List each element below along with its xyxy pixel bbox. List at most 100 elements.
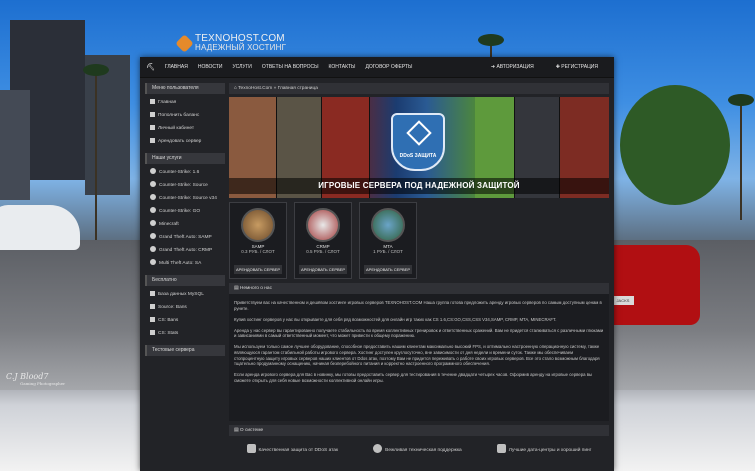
sidebar-item-csgo[interactable]: Counter-Strike: GO [145,205,225,218]
nav-services[interactable]: УСЛУГИ [232,64,251,70]
sidebar-item-cs16[interactable]: Counter-Strike: 1.6 [145,166,225,179]
sidebar-item-sourcebans[interactable]: Source: Bans [145,301,225,314]
sidebar-header-label: Наши услуги [152,155,182,161]
logo-icon [175,33,194,53]
watermark-caption: Gaming Photographer [20,381,66,386]
sidebar-item-home[interactable]: Главная [145,96,225,109]
database-icon [150,291,155,296]
sidebar-item-crmp[interactable]: Grand Theft Auto: CRMP [145,244,225,257]
sidebar-item-csstats[interactable]: CS: Stats [145,327,225,340]
sidebar-item-cabinet[interactable]: Личный кабинет [145,122,225,135]
sidebar-item-label: Minecraft [159,222,179,227]
sidebar-header-free: Бесплатно [145,275,225,286]
logo-title: TEXNOHOST.COM [195,33,285,44]
sidebar-header-label: Меню пользователя [152,85,199,91]
system-features: Качественная защита от DDoS атак Вежлива… [229,444,609,453]
nav-contacts[interactable]: КОНТАКТЫ [329,64,356,70]
sidebar-item-label: Главная [158,100,177,105]
sidebar-header-test[interactable]: Тестовые сервера [145,345,225,356]
watermark-name: C.J Blood7 [6,372,49,381]
sidebar-item-mysql[interactable]: База данных MySQL [145,288,225,301]
sidebar-item-label: Личный кабинет [158,126,195,131]
sidebar-item-label: CS: Bans [158,318,179,323]
game-icon [150,194,156,200]
link-icon [150,330,155,335]
about-paragraph: Если аренда игрового сервера для Вас в н… [234,372,593,383]
sidebar-header-label: Тестовые сервера [152,347,195,353]
hero-banner: DDoS ЗАЩИТА ИГРОВЫЕ СЕРВЕРА ПОД НАДЕЖНОЙ… [229,97,609,198]
feature-label: Лучшие дата-центры и хороший пинг [508,448,592,453]
home-icon[interactable]: ⛏ [146,63,155,71]
photographer-watermark: C.J Blood7 Gaming Photographer [6,372,65,386]
badge-label: DDoS ЗАЩИТА [399,153,437,159]
banner-title: ИГРОВЫЕ СЕРВЕРА ПОД НАДЕЖНОЙ ЗАЩИТОЙ [229,178,609,194]
support-icon [373,444,383,453]
sidebar-item-label: Grand Theft Auto: CRMP [159,248,213,253]
sidebar-item-label: Source: Bans [158,305,187,310]
sidebar-item-minecraft[interactable]: Minecraft [145,218,225,231]
about-header: ▤ Немного о нас [229,283,609,294]
sidebar-item-label: Multi Theft Auto: SA [159,261,202,266]
sidebar: Меню пользователя Главная Пополнить бала… [145,83,225,358]
sidebar-header-user-menu: Меню пользователя [145,83,225,94]
palm-tree [728,94,754,220]
rent-server-button[interactable]: АРЕНДОВАТЬ СЕРВЕР [299,265,347,274]
server-card-samp: SAMP 0.3 РУБ. / СЛОТ АРЕНДОВАТЬ СЕРВЕР [229,202,287,279]
system-title: О системе [239,428,264,433]
sidebar-item-label: CS: Stats [158,331,179,336]
nav-home[interactable]: ГЛАВНАЯ [165,64,188,70]
building [0,90,30,200]
server-icon [150,138,155,143]
sidebar-header-label: Бесплатно [152,277,177,283]
login-label: АВТОРИЗАЦИЯ [496,64,534,70]
game-icon [150,259,156,265]
sidebar-item-label: Counter-Strike: Source v34 [159,196,217,201]
about-paragraph: Аренда у нас сервер вы гарантированно по… [234,327,604,339]
logo-subtitle: НАДЕЖНЫЙ ХОСТИНГ [195,43,287,52]
sidebar-item-label: Counter-Strike: 1.6 [159,170,200,175]
signal-icon [496,444,506,453]
login-link[interactable]: ➜ АВТОРИЗАЦИЯ [491,64,534,70]
white-car [0,205,80,250]
wallet-icon [150,112,155,117]
feature-support: Вежливая техническая поддержка [373,444,462,453]
nav-faq[interactable]: ОТВЕТЫ НА ВОПРОСЫ [262,64,319,70]
sidebar-item-label: Counter-Strike: GO [159,209,201,214]
rent-server-button[interactable]: АРЕНДОВАТЬ СЕРВЕР [234,265,282,274]
top-nav: ⛏ ГЛАВНАЯ НОВОСТИ УСЛУГИ ОТВЕТЫ НА ВОПРО… [140,57,614,78]
sidebar-item-csbans[interactable]: CS: Bans [145,314,225,327]
sidebar-item-css34[interactable]: Counter-Strike: Source v34 [145,192,225,205]
card-price: 0.5 РУБ. / СЛОТ [306,249,340,254]
sidebar-item-samp[interactable]: Grand Theft Auto: SAMP [145,231,225,244]
nav-offer[interactable]: ДОГОВОР ОФЕРТЫ [365,64,412,70]
register-link[interactable]: ✚ РЕГИСТРАЦИЯ [556,64,598,70]
breadcrumb: ⌂ TexnoHost.Com » Главная страница [229,83,609,94]
sidebar-item-rent[interactable]: Арендовать сервер [145,135,225,148]
building [85,55,130,195]
sidebar-item-balance[interactable]: Пополнить баланс [145,109,225,122]
site-logo[interactable]: TEXNOHOST.COM НАДЕЖНЫЙ ХОСТИНГ [175,33,287,53]
link-icon [150,317,155,322]
game-icon [150,246,156,252]
sidebar-item-label: Grand Theft Auto: SAMP [159,235,212,240]
feature-datacenters: Лучшие дата-центры и хороший пинг [496,444,592,453]
server-card-crmp: CRMP 0.5 РУБ. / СЛОТ АРЕНДОВАТЬ СЕРВЕР [294,202,352,279]
sidebar-header-services: Наши услуги [145,153,225,164]
about-paragraph: Приветствуем вас на качественном и дешёв… [234,300,602,311]
feature-label: Качественная защита от DDoS атак [258,448,339,453]
main-content: ⌂ TexnoHost.Com » Главная страница DDoS … [229,83,609,453]
cube-icon [406,120,432,146]
register-label: РЕГИСТРАЦИЯ [561,64,598,70]
feature-ddos: Качественная защита от DDoS атак [246,444,339,453]
game-icon [150,233,156,239]
palm-tree [83,64,109,240]
sidebar-item-mta[interactable]: Multi Theft Auto: SA [145,257,225,270]
sidebar-item-css[interactable]: Counter-Strike: Source [145,179,225,192]
nav-news[interactable]: НОВОСТИ [198,64,223,70]
sidebar-item-label: Counter-Strike: Source [159,183,208,188]
game-icon [150,168,156,174]
mta-avatar [371,208,405,242]
card-price: 1 РУБ. / СЛОТ [373,249,403,254]
rent-server-button[interactable]: АРЕНДОВАТЬ СЕРВЕР [364,265,412,274]
about-paragraph: Мы используем только самое лучшее оборуд… [234,344,600,367]
